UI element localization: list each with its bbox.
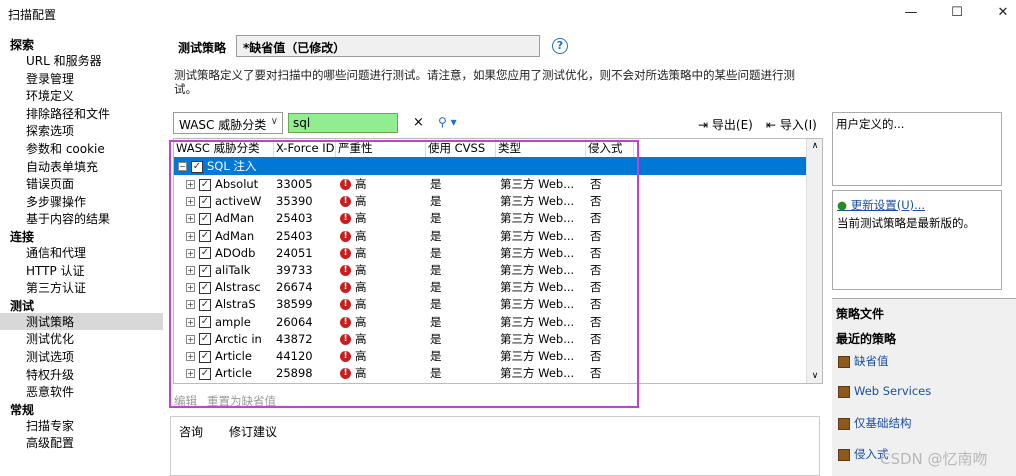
search-icon[interactable]: ⚲ ▾ (438, 115, 457, 129)
watermark: CSDN @忆南吻 (880, 450, 988, 468)
tab-advisory[interactable]: 咨询 (179, 423, 203, 440)
search-input[interactable] (288, 113, 398, 133)
nav-category: 测试 (10, 298, 35, 313)
user-defined-panel: 用户定义的... (832, 112, 1002, 186)
scroll-down-icon[interactable]: ∨ (807, 371, 822, 381)
nav-category: 常规 (10, 402, 35, 417)
nav-item[interactable]: URL 和服务器 (26, 52, 102, 69)
chevron-down-icon: ∨ (270, 116, 278, 127)
nav-item[interactable]: 测试选项 (26, 348, 74, 365)
update-settings-label: 更新设置(U)... (850, 198, 926, 212)
nav-item[interactable]: 测试优化 (26, 330, 74, 347)
nav-item[interactable]: 测试策略 (0, 312, 163, 330)
policy-name-field[interactable]: *缺省值（已修改） (236, 35, 540, 57)
nav-item[interactable]: 探索选项 (26, 122, 74, 139)
nav-item[interactable]: HTTP 认证 (26, 262, 85, 279)
nav-item[interactable]: 排除路径和文件 (26, 105, 110, 122)
filter-select-value: WASC 威胁分类 (179, 118, 267, 132)
export-label: 导出(E) (711, 118, 753, 132)
help-icon[interactable]: ? (552, 38, 568, 54)
nav-item[interactable]: 扫描专家 (26, 417, 74, 434)
nav-category: 探索 (10, 38, 35, 52)
nav-item[interactable]: 多步骤操作 (26, 193, 86, 210)
scroll-up-icon[interactable]: ∧ (807, 141, 822, 151)
user-defined-text: 用户定义的... (836, 117, 905, 131)
policy-description: 测试策略定义了要对扫描中的哪些问题进行测试。请注意，如果您应用了测试优化，则不会… (174, 68, 795, 96)
policy-icon (838, 355, 850, 368)
import-button[interactable]: ⇤ 导入(I) (766, 116, 817, 133)
recent-policy-label: Web Services (854, 384, 932, 398)
import-icon: ⇤ (766, 118, 777, 132)
policy-icon (838, 385, 850, 398)
grid-scrollbar[interactable]: ∧ ∨ (806, 139, 822, 383)
update-icon: ● (837, 198, 848, 212)
left-nav: 探索 URL 和服务器 登录管理 环境定义 排除路径和文件 探索选项 参数和 cookie 自… (0, 34, 165, 476)
export-button[interactable]: ⇥ 导出(E) (698, 116, 753, 133)
recent-policy-item[interactable]: Web Services (838, 384, 931, 398)
nav-item[interactable]: 高级配置 (26, 434, 74, 451)
update-settings-link[interactable]: ● 更新设置(U)... (837, 197, 925, 213)
filter-select[interactable]: WASC 威胁分类 ∨ (173, 112, 283, 134)
clear-icon[interactable]: × (413, 115, 424, 130)
minimize-button[interactable]: — (888, 2, 934, 26)
nav-item[interactable]: 自动表单填充 (26, 158, 98, 175)
nav-item[interactable]: 登录管理 (26, 70, 74, 87)
nav-item[interactable]: 错误页面 (26, 175, 74, 192)
nav-item[interactable]: 通信和代理 (26, 244, 86, 261)
recent-policies-header: 最近的策略 (836, 332, 897, 346)
nav-item[interactable]: 第三方认证 (26, 279, 86, 296)
nav-item[interactable]: 基于内容的结果 (26, 210, 110, 227)
policy-label: 测试策略 (178, 41, 227, 55)
nav-item[interactable]: 特权升级 (26, 366, 74, 383)
policy-icon (838, 417, 850, 430)
nav-item[interactable]: 参数和 cookie (26, 140, 105, 157)
recent-policy-item[interactable]: 仅基础结构 (838, 415, 912, 431)
update-panel: ● 更新设置(U)... 当前测试策略是最新版的。 (832, 190, 1002, 290)
tab-fix-recommendation[interactable]: 修订建议 (229, 423, 277, 440)
nav-item[interactable]: 恶意软件 (26, 383, 74, 400)
policy-files-header: 策略文件 (836, 307, 885, 321)
main-panel: 测试策略 *缺省值（已修改） ? 测试策略定义了要对扫描中的哪些问题进行测试。请… (166, 28, 1016, 476)
recent-policy-item[interactable]: 缺省值 (838, 353, 889, 369)
title-bar: 扫描配置 — ☐ ✕ (0, 0, 1016, 28)
recent-policy-label: 缺省值 (854, 354, 889, 368)
nav-category: 连接 (10, 230, 35, 244)
close-button[interactable]: ✕ (980, 2, 1016, 26)
recent-policy-label: 仅基础结构 (854, 416, 912, 430)
maximize-button[interactable]: ☐ (934, 2, 980, 26)
highlight-box (169, 140, 639, 408)
export-icon: ⇥ (698, 118, 709, 132)
window-title: 扫描配置 (8, 8, 57, 22)
detail-tabs: 咨询 修订建议 (170, 416, 820, 476)
policy-icon (838, 448, 850, 461)
policy-status-text: 当前测试策略是最新版的。 (837, 216, 975, 230)
nav-item[interactable]: 环境定义 (26, 87, 74, 104)
import-label: 导入(I) (779, 118, 817, 132)
